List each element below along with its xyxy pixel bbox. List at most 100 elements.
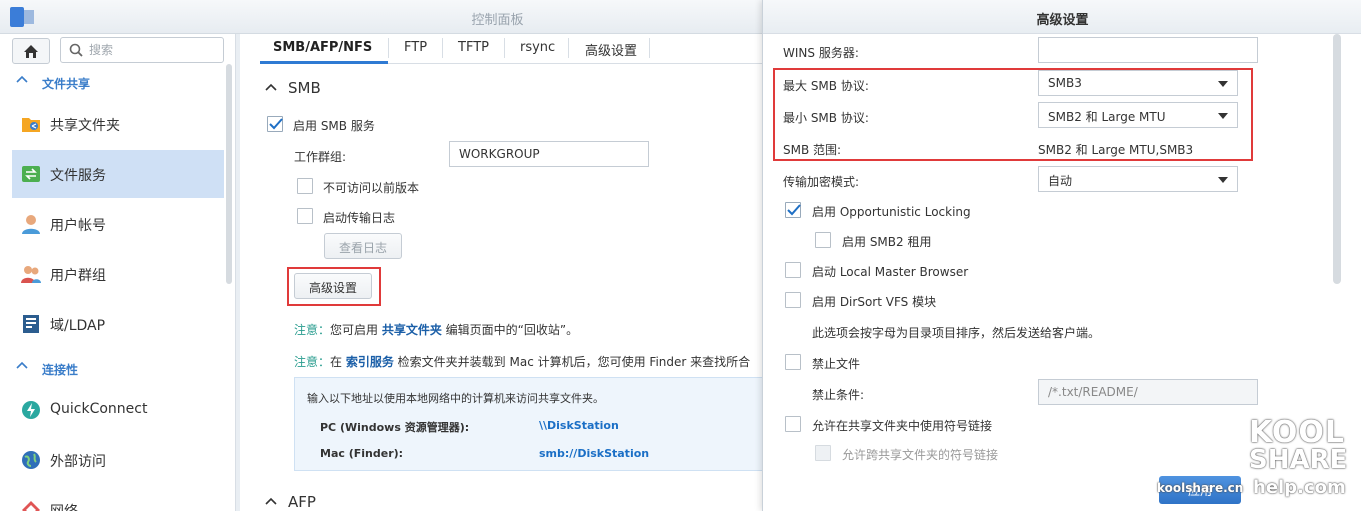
hide-previous-versions-label: 不可访问以前版本 xyxy=(323,181,420,195)
tab-bar: SMB/AFP/NFS FTP TFTP rsync 高级设置 xyxy=(260,34,770,64)
active-tab-indicator xyxy=(260,61,388,64)
encryption-mode-label: 传输加密模式: xyxy=(783,175,860,189)
sidebar-item-quickconnect[interactable]: QuickConnect xyxy=(12,386,224,434)
chevron-up-icon[interactable] xyxy=(265,82,277,94)
sidebar-item-label: 外部访问 xyxy=(50,454,106,470)
hide-previous-versions-checkbox[interactable] xyxy=(297,178,313,194)
mac-address: smb://DiskStation xyxy=(539,447,650,460)
afp-section-title: AFP xyxy=(288,493,316,511)
cross-share-symlink-checkbox[interactable] xyxy=(815,445,831,461)
local-master-browser-checkbox[interactable] xyxy=(785,262,801,278)
note-indexing: 注意：在 索引服务 检索文件夹并装载到 Mac 计算机后，您可使用 Finder… xyxy=(294,353,750,370)
dialog-scrollbar[interactable] xyxy=(1333,34,1341,284)
sidebar-item-label: 用户群组 xyxy=(50,268,106,284)
wins-server-input[interactable] xyxy=(1038,37,1258,63)
search-box[interactable] xyxy=(60,37,224,63)
dirsort-vfs-label: 启用 DirSort VFS 模块 xyxy=(812,295,937,309)
advanced-settings-button[interactable]: 高级设置 xyxy=(294,273,372,299)
note-prefix: 注意： xyxy=(294,355,331,369)
enable-smb-checkbox[interactable] xyxy=(267,116,283,132)
note-text: 在 xyxy=(330,355,346,369)
dropdown-arrow-icon xyxy=(1218,113,1228,119)
max-smb-select[interactable]: SMB3 xyxy=(1038,70,1238,96)
veto-condition-label: 禁止条件: xyxy=(812,388,865,402)
section-label: 文件共享 xyxy=(42,77,91,91)
workgroup-input[interactable]: WORKGROUP xyxy=(449,141,649,167)
chevron-up-icon xyxy=(16,75,28,83)
dropdown-arrow-icon xyxy=(1218,81,1228,87)
tab-smb-afp-nfs[interactable]: SMB/AFP/NFS xyxy=(273,40,372,55)
min-smb-label: 最小 SMB 协议: xyxy=(783,111,869,125)
note-text: 编辑页面中的“回收站”。 xyxy=(441,323,579,337)
tab-divider xyxy=(504,38,505,58)
quickconnect-icon xyxy=(22,401,40,419)
search-input[interactable] xyxy=(89,41,219,59)
dirsort-description: 此选项会按字母为目录项目排序，然后发送给客户端。 xyxy=(812,326,1101,340)
sidebar-item-user-group[interactable]: 用户群组 xyxy=(12,250,224,298)
tab-ftp[interactable]: FTP xyxy=(404,40,427,55)
sidebar-item-label: 文件服务 xyxy=(50,168,106,184)
tab-divider xyxy=(442,38,443,58)
dirsort-vfs-checkbox[interactable] xyxy=(785,292,801,308)
mac-label: Mac (Finder): xyxy=(320,447,404,460)
veto-files-label: 禁止文件 xyxy=(812,357,861,371)
symlink-checkbox[interactable] xyxy=(785,416,801,432)
tab-divider xyxy=(388,38,389,58)
note-text: 检索文件夹并装载到 Mac 计算机后，您可使用 Finder 来查找所合 xyxy=(393,355,751,369)
cross-share-symlink-label: 允许跨共享文件夹的符号链接 xyxy=(842,448,999,462)
smb2-lease-checkbox[interactable] xyxy=(815,232,831,248)
home-icon xyxy=(24,45,38,58)
note-text: 您可启用 xyxy=(330,323,382,337)
sidebar-item-shared-folder[interactable]: 共享文件夹 xyxy=(12,100,224,148)
sidebar-item-label: 网络 xyxy=(50,501,78,511)
access-address-box: 输入以下地址以使用本地网络中的计算机来访问共享文件夹。 PC (Windows … xyxy=(294,377,770,471)
smb-range-value: SMB2 和 Large MTU,SMB3 xyxy=(1038,143,1194,157)
user-group-icon xyxy=(21,266,41,283)
sidebar-item-file-services[interactable]: 文件服务 xyxy=(12,150,224,198)
veto-files-checkbox[interactable] xyxy=(785,354,801,370)
sidebar-scrollbar[interactable] xyxy=(226,64,232,284)
sidebar-item-external-access[interactable]: 外部访问 xyxy=(12,436,224,484)
symlink-label: 允许在共享文件夹中使用符号链接 xyxy=(812,419,993,433)
chevron-up-icon xyxy=(16,361,28,369)
encryption-mode-select[interactable]: 自动 xyxy=(1038,166,1238,192)
sidebar-item-network[interactable]: 网络 xyxy=(12,486,224,511)
user-icon xyxy=(22,215,40,234)
smb-range-label: SMB 范围: xyxy=(783,143,842,157)
search-icon xyxy=(69,43,83,57)
transfer-log-label: 启动传输日志 xyxy=(323,211,396,225)
encryption-mode-value: 自动 xyxy=(1048,174,1073,188)
dropdown-arrow-icon xyxy=(1218,177,1228,183)
transfer-log-checkbox[interactable] xyxy=(297,208,313,224)
tab-divider xyxy=(568,38,569,58)
workgroup-label: 工作群组: xyxy=(294,150,347,164)
oplocks-checkbox[interactable] xyxy=(785,202,801,218)
shared-folder-icon xyxy=(22,118,40,132)
tab-rsync[interactable]: rsync xyxy=(520,40,555,55)
sidebar-item-label: 共享文件夹 xyxy=(50,118,120,134)
sidebar-item-user[interactable]: 用户帐号 xyxy=(12,200,224,248)
shared-folder-link[interactable]: 共享文件夹 xyxy=(382,323,442,337)
domain-ldap-icon xyxy=(23,315,39,333)
veto-condition-input[interactable]: /*.txt/README/ xyxy=(1038,379,1258,405)
min-smb-select[interactable]: SMB2 和 Large MTU xyxy=(1038,102,1238,128)
view-log-button[interactable]: 查看日志 xyxy=(324,233,402,259)
tab-advanced[interactable]: 高级设置 xyxy=(585,40,637,59)
network-icon xyxy=(22,501,40,511)
file-services-icon xyxy=(22,166,40,182)
indexing-service-link[interactable]: 索引服务 xyxy=(346,355,394,369)
external-access-icon xyxy=(22,451,40,469)
pc-label: PC (Windows 资源管理器): xyxy=(320,421,470,434)
note-recycle-bin: 注意：您可启用 共享文件夹 编辑页面中的“回收站”。 xyxy=(294,321,578,338)
section-connectivity[interactable]: 连接性 xyxy=(0,356,232,382)
home-button[interactable] xyxy=(12,38,50,64)
sidebar-item-label: QuickConnect xyxy=(50,401,148,417)
koolshare-watermark: KOOL SHARE koolshare.cn help.com xyxy=(1157,415,1361,511)
section-file-sharing[interactable]: 文件共享 xyxy=(0,70,232,96)
sidebar-item-domain-ldap[interactable]: 域/LDAP xyxy=(12,300,224,348)
section-label: 连接性 xyxy=(42,363,79,377)
max-smb-label: 最大 SMB 协议: xyxy=(783,79,869,93)
tab-tftp[interactable]: TFTP xyxy=(458,40,489,55)
max-smb-value: SMB3 xyxy=(1048,76,1082,90)
chevron-up-icon[interactable] xyxy=(265,496,277,508)
